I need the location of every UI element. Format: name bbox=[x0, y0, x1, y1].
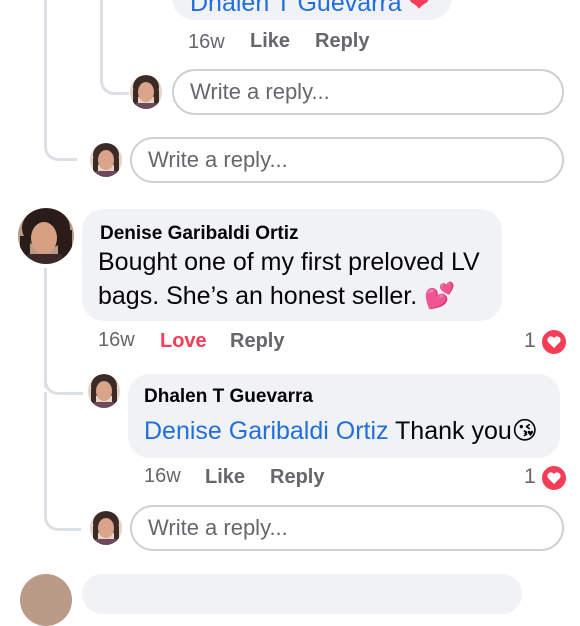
comment-text-body: Bought one of my first preloved LV bags.… bbox=[98, 248, 480, 310]
avatar[interactable] bbox=[18, 208, 74, 264]
comment-text: Bought one of my first preloved LV bags.… bbox=[98, 245, 490, 313]
heart-emoji-icon: ❤ bbox=[408, 0, 430, 17]
comment-author[interactable]: Denise Garibaldi Ortiz bbox=[100, 223, 299, 245]
comment-bubble-fragment: Dhalen T Guevarra ❤ bbox=[172, 0, 452, 20]
fragment-text: Dhalen T Guevarra bbox=[190, 0, 402, 17]
comment-reply-button[interactable]: Reply bbox=[230, 330, 284, 353]
two-hearts-emoji-icon: 💕 bbox=[424, 282, 456, 310]
reaction-count[interactable]: 1 bbox=[524, 329, 536, 353]
reply-text: Denise Garibaldi Ortiz Thank you😘 bbox=[144, 414, 538, 448]
reply-input[interactable]: Write a reply... bbox=[130, 505, 564, 551]
reply-author[interactable]: Dhalen T Guevarra bbox=[144, 386, 313, 408]
thread-elbow-reply bbox=[44, 364, 83, 395]
reply-like-button[interactable]: Like bbox=[205, 466, 245, 489]
reply-input[interactable]: Write a reply... bbox=[172, 69, 564, 115]
love-reaction-button[interactable]: Love bbox=[160, 330, 207, 353]
thread-line-outer-top bbox=[44, 0, 47, 140]
comment-bubble-next bbox=[82, 574, 522, 614]
fragment-timestamp: 16w bbox=[188, 31, 225, 53]
reply-bubble: Dhalen T Guevarra Denise Garibaldi Ortiz… bbox=[128, 374, 560, 458]
kissing-face-emoji-icon: 😘 bbox=[511, 417, 538, 445]
reply-input[interactable]: Write a reply... bbox=[130, 137, 564, 183]
avatar[interactable] bbox=[130, 75, 162, 109]
heart-icon bbox=[540, 328, 568, 356]
thread-elbow-outer-top bbox=[44, 120, 77, 161]
mention-link[interactable]: Denise Garibaldi Ortiz bbox=[144, 417, 389, 445]
reaction-count[interactable]: 1 bbox=[524, 465, 536, 489]
thread-line-reply-box bbox=[44, 392, 47, 512]
fragment-reply-button[interactable]: Reply bbox=[315, 30, 369, 53]
thread-elbow-reply-box bbox=[44, 500, 81, 531]
reply-reply-button[interactable]: Reply bbox=[270, 466, 324, 489]
avatar[interactable] bbox=[20, 574, 72, 626]
reply-text-body: Thank you bbox=[395, 417, 512, 445]
comment-bubble: Denise Garibaldi Ortiz Bought one of my … bbox=[82, 209, 502, 321]
comment-timestamp[interactable]: 16w bbox=[98, 329, 135, 352]
avatar[interactable] bbox=[88, 374, 120, 408]
heart-icon bbox=[540, 464, 568, 492]
reply-timestamp[interactable]: 16w bbox=[144, 465, 181, 488]
fragment-like-button[interactable]: Like bbox=[250, 30, 290, 53]
avatar[interactable] bbox=[90, 143, 122, 177]
thread-elbow-inner-top bbox=[100, 55, 129, 95]
avatar[interactable] bbox=[90, 511, 122, 545]
